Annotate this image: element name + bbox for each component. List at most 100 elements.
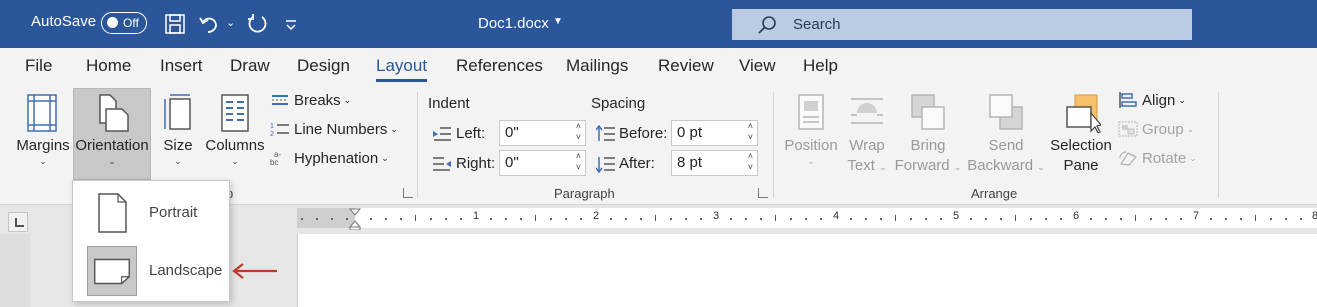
spacing-after-value: 8 pt bbox=[677, 154, 703, 171]
spinner-arrows[interactable]: ˄ ˅ bbox=[748, 151, 753, 173]
tab-selector-button[interactable] bbox=[8, 212, 28, 232]
chevron-down-icon: ⌄ bbox=[174, 156, 182, 166]
orientation-option-portrait[interactable]: Portrait bbox=[87, 188, 223, 240]
spinner-arrows[interactable]: ˄ ˅ bbox=[576, 151, 581, 173]
chevron-down-icon[interactable]: ▼ bbox=[553, 16, 563, 27]
undo-icon[interactable] bbox=[197, 12, 221, 36]
search-icon bbox=[758, 16, 776, 34]
portrait-icon bbox=[98, 193, 127, 233]
rotate-button[interactable]: Rotate ⌄ bbox=[1118, 150, 1197, 167]
tab-home[interactable]: Home bbox=[86, 56, 131, 76]
svg-text:bc: bc bbox=[270, 158, 278, 166]
hyphenation-button[interactable]: a- bc Hyphenation ⌄ bbox=[270, 150, 389, 167]
group-label: Group bbox=[1142, 121, 1184, 138]
align-button[interactable]: Align ⌄ bbox=[1118, 92, 1186, 109]
align-label: Align bbox=[1142, 92, 1176, 109]
spinner-arrows[interactable]: ˄ ˅ bbox=[576, 121, 581, 143]
ruler-dot bbox=[370, 218, 372, 220]
ruler-tick bbox=[655, 215, 656, 221]
ruler-dot bbox=[700, 218, 702, 220]
tab-mailings[interactable]: Mailings bbox=[566, 56, 628, 76]
tab-layout[interactable]: Layout bbox=[376, 56, 428, 82]
ruler-dot bbox=[1270, 218, 1272, 220]
tab-file[interactable]: File bbox=[25, 56, 52, 76]
tab-draw[interactable]: Draw bbox=[230, 56, 270, 76]
selection-pane-icon bbox=[1066, 94, 1101, 133]
landscape-label: Landscape bbox=[149, 262, 223, 279]
orientation-label: Orientation bbox=[75, 137, 149, 154]
document-page[interactable] bbox=[297, 234, 1317, 307]
wrap-text-button[interactable]: Wrap Text ⌄ bbox=[842, 93, 892, 177]
line-numbers-button[interactable]: 1 2 Line Numbers ⌄ bbox=[270, 121, 398, 138]
send-backward-button[interactable]: Send Backward ⌄ bbox=[966, 93, 1046, 177]
margins-label: Margins bbox=[16, 137, 70, 154]
ruler-number: 6 bbox=[1073, 210, 1080, 222]
chevron-down-icon: ⌄ bbox=[390, 124, 398, 134]
horizontal-ruler[interactable]: 1 2 3 4 5 6 7 8 bbox=[297, 208, 1317, 230]
ruler-dot bbox=[820, 218, 822, 220]
chevron-down-icon: ⌄ bbox=[108, 156, 116, 166]
customize-qat-icon[interactable] bbox=[282, 12, 300, 36]
tab-view[interactable]: View bbox=[739, 56, 776, 76]
spacing-before-field[interactable]: 0 pt ˄ ˅ bbox=[671, 120, 758, 146]
tab-references[interactable]: References bbox=[456, 56, 543, 76]
rotate-icon bbox=[1119, 151, 1138, 166]
spinner-arrows[interactable]: ˄ ˅ bbox=[748, 121, 753, 143]
document-title[interactable]: Doc1.docx bbox=[478, 15, 549, 32]
columns-button[interactable]: Columns ⌄ bbox=[205, 93, 265, 166]
spacing-after-icon bbox=[596, 157, 615, 173]
ruler-dot bbox=[505, 218, 507, 220]
breaks-button[interactable]: Breaks ⌄ bbox=[270, 92, 351, 109]
ruler-tick bbox=[535, 215, 536, 221]
redo-icon[interactable] bbox=[245, 12, 269, 36]
wrap-text-label-1: Wrap bbox=[849, 137, 885, 154]
autosave-toggle[interactable]: Off bbox=[101, 12, 147, 34]
chevron-down-icon: ⌄ bbox=[231, 156, 239, 166]
undo-dropdown-caret[interactable]: ⌄ bbox=[226, 16, 235, 29]
orientation-option-landscape[interactable]: Landscape bbox=[87, 246, 223, 298]
spacing-after-field[interactable]: 8 pt ˄ ˅ bbox=[671, 150, 758, 176]
selection-pane-button[interactable]: Selection Pane bbox=[1048, 93, 1114, 176]
ruler-dot bbox=[850, 218, 852, 220]
ruler-dot bbox=[1120, 218, 1122, 220]
ruler-dot bbox=[940, 218, 942, 220]
ruler-dot bbox=[490, 218, 492, 220]
ruler-dot bbox=[865, 218, 867, 220]
position-button[interactable]: Position ⌄ bbox=[783, 93, 839, 166]
bring-forward-button[interactable]: Bring Forward ⌄ bbox=[893, 93, 963, 177]
ruler-dot bbox=[670, 218, 672, 220]
ruler-dot bbox=[985, 218, 987, 220]
search-input[interactable]: Search bbox=[732, 9, 1192, 40]
margins-button[interactable]: Margins ⌄ bbox=[16, 93, 70, 166]
ruler-dot bbox=[1000, 218, 1002, 220]
group-divider bbox=[417, 92, 418, 198]
ruler-dot bbox=[1060, 218, 1062, 220]
paragraph-launcher-icon[interactable] bbox=[758, 188, 768, 198]
indent-title: Indent bbox=[428, 95, 470, 112]
indent-markers-icon[interactable] bbox=[349, 208, 361, 230]
size-button[interactable]: Size ⌄ bbox=[160, 93, 196, 166]
page-setup-launcher-icon[interactable] bbox=[403, 188, 413, 198]
send-backward-icon bbox=[989, 94, 1023, 130]
tab-insert[interactable]: Insert bbox=[160, 56, 203, 76]
breaks-icon bbox=[272, 95, 288, 105]
indent-right-field[interactable]: 0" ˄ ˅ bbox=[499, 150, 586, 176]
wrap-text-label-2-text: Text bbox=[847, 157, 875, 174]
ruler-dot bbox=[580, 218, 582, 220]
portrait-label: Portrait bbox=[149, 204, 198, 221]
wrap-text-icon bbox=[851, 98, 883, 124]
size-icon bbox=[164, 94, 191, 130]
tab-review[interactable]: Review bbox=[658, 56, 714, 76]
send-backward-label-2-text: Backward bbox=[967, 157, 1034, 174]
selection-pane-label-1: Selection bbox=[1050, 137, 1112, 154]
save-icon[interactable] bbox=[163, 12, 187, 36]
ruler-dot bbox=[550, 218, 552, 220]
group-button[interactable]: Group ⌄ bbox=[1118, 121, 1194, 138]
ruler-number: 3 bbox=[713, 210, 720, 222]
tab-design[interactable]: Design bbox=[297, 56, 350, 76]
tab-help[interactable]: Help bbox=[803, 56, 838, 76]
indent-left-field[interactable]: 0" ˄ ˅ bbox=[499, 120, 586, 146]
orientation-button[interactable]: Orientation ⌄ bbox=[74, 93, 150, 166]
indent-left-value: 0" bbox=[505, 124, 519, 141]
ruler-dot bbox=[1240, 218, 1242, 220]
